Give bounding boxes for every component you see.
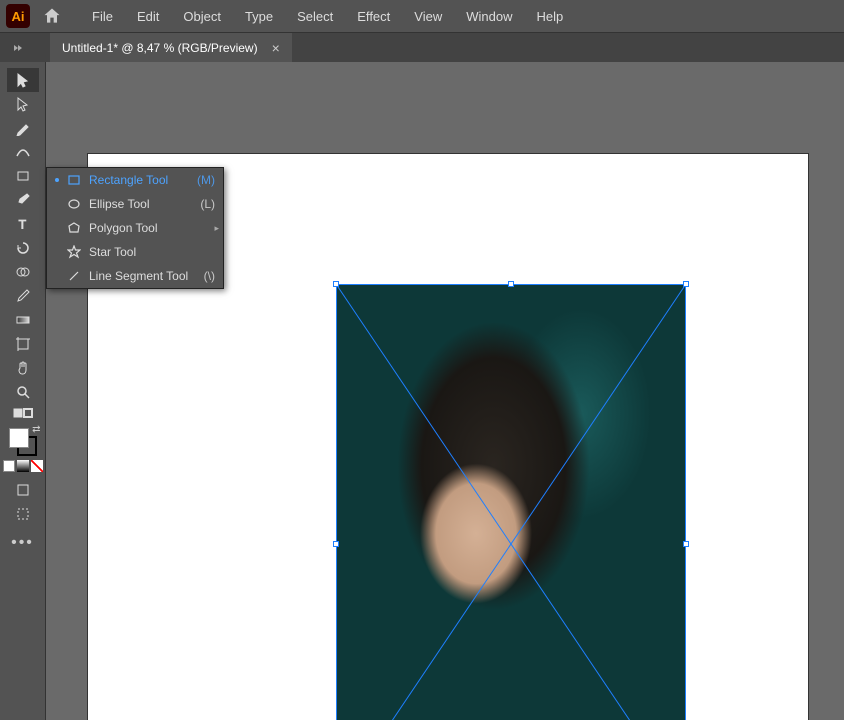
flyout-label: Star Tool <box>89 245 207 259</box>
rectangle-tool[interactable] <box>7 164 39 188</box>
hand-tool[interactable] <box>7 356 39 380</box>
main-area: T ⇄ ••• <box>0 62 844 720</box>
curvature-tool[interactable] <box>7 140 39 164</box>
image-content <box>336 284 686 720</box>
paintbrush-tool[interactable] <box>7 188 39 212</box>
fill-stroke-toggle-icon[interactable] <box>7 404 39 422</box>
flyout-shortcut: (M) <box>197 173 215 187</box>
color-mode-swatches <box>3 460 43 472</box>
direct-selection-tool[interactable] <box>7 92 39 116</box>
color-swatches[interactable]: ⇄ <box>9 428 37 456</box>
flyout-label: Rectangle Tool <box>89 173 189 187</box>
zoom-tool[interactable] <box>7 380 39 404</box>
menu-effect[interactable]: Effect <box>347 5 400 28</box>
gradient-tool[interactable] <box>7 308 39 332</box>
handle-top-right[interactable] <box>683 281 689 287</box>
rectangle-icon <box>67 173 81 187</box>
menu-edit[interactable]: Edit <box>127 5 169 28</box>
document-tab[interactable]: Untitled-1* @ 8,47 % (RGB/Preview) × <box>50 33 292 63</box>
menu-select[interactable]: Select <box>287 5 343 28</box>
draw-normal-icon[interactable] <box>7 478 39 502</box>
shape-tool-flyout: Rectangle Tool (M) Ellipse Tool (L) Poly… <box>46 167 224 289</box>
color-none-icon[interactable] <box>31 460 43 472</box>
toolbar: T ⇄ ••• <box>0 62 46 720</box>
flyout-shortcut: (\) <box>204 269 215 283</box>
flyout-star-tool[interactable]: Star Tool <box>47 240 223 264</box>
rotate-tool[interactable] <box>7 236 39 260</box>
menu-type[interactable]: Type <box>235 5 283 28</box>
flyout-rectangle-tool[interactable]: Rectangle Tool (M) <box>47 168 223 192</box>
ellipse-icon <box>67 197 81 211</box>
menu-file[interactable]: File <box>82 5 123 28</box>
draw-inside-icon[interactable] <box>7 502 39 526</box>
edit-toolbar-icon[interactable]: ••• <box>11 534 34 552</box>
menu-object[interactable]: Object <box>173 5 231 28</box>
svg-text:T: T <box>18 217 26 231</box>
app-logo-icon: Ai <box>6 4 30 28</box>
flyout-polygon-tool[interactable]: Polygon Tool ▸ <box>47 216 223 240</box>
close-tab-icon[interactable]: × <box>272 40 280 56</box>
handle-top-mid[interactable] <box>508 281 514 287</box>
home-icon[interactable] <box>38 2 66 30</box>
eyedropper-tool[interactable] <box>7 284 39 308</box>
color-solid-icon[interactable] <box>3 460 15 472</box>
flyout-label: Line Segment Tool <box>89 269 196 283</box>
selected-image[interactable] <box>336 284 686 720</box>
tab-bar: Untitled-1* @ 8,47 % (RGB/Preview) × <box>0 32 844 62</box>
pen-tool[interactable] <box>7 116 39 140</box>
flyout-line-segment-tool[interactable]: Line Segment Tool (\) <box>47 264 223 288</box>
type-tool[interactable]: T <box>7 212 39 236</box>
canvas-area[interactable] <box>46 62 844 720</box>
menu-view[interactable]: View <box>404 5 452 28</box>
color-gradient-icon[interactable] <box>17 460 29 472</box>
star-icon <box>67 245 81 259</box>
menubar: Ai File Edit Object Type Select Effect V… <box>0 0 844 32</box>
document-tab-title: Untitled-1* @ 8,47 % (RGB/Preview) <box>62 41 258 55</box>
menu-window[interactable]: Window <box>456 5 522 28</box>
handle-mid-right[interactable] <box>683 541 689 547</box>
selected-dot-icon <box>55 178 59 182</box>
fill-swatch[interactable] <box>9 428 29 448</box>
flyout-label: Ellipse Tool <box>89 197 192 211</box>
flyout-shortcut: (L) <box>200 197 215 211</box>
line-icon <box>67 269 81 283</box>
handle-top-left[interactable] <box>333 281 339 287</box>
polygon-icon <box>67 221 81 235</box>
submenu-arrow-icon: ▸ <box>214 223 219 234</box>
flyout-label: Polygon Tool <box>89 221 207 235</box>
handle-mid-left[interactable] <box>333 541 339 547</box>
menu-help[interactable]: Help <box>526 5 573 28</box>
artboard-tool[interactable] <box>7 332 39 356</box>
flyout-ellipse-tool[interactable]: Ellipse Tool (L) <box>47 192 223 216</box>
swap-colors-icon[interactable]: ⇄ <box>32 424 40 435</box>
collapse-panels-icon[interactable] <box>12 41 26 55</box>
selection-tool[interactable] <box>7 68 39 92</box>
shape-builder-tool[interactable] <box>7 260 39 284</box>
